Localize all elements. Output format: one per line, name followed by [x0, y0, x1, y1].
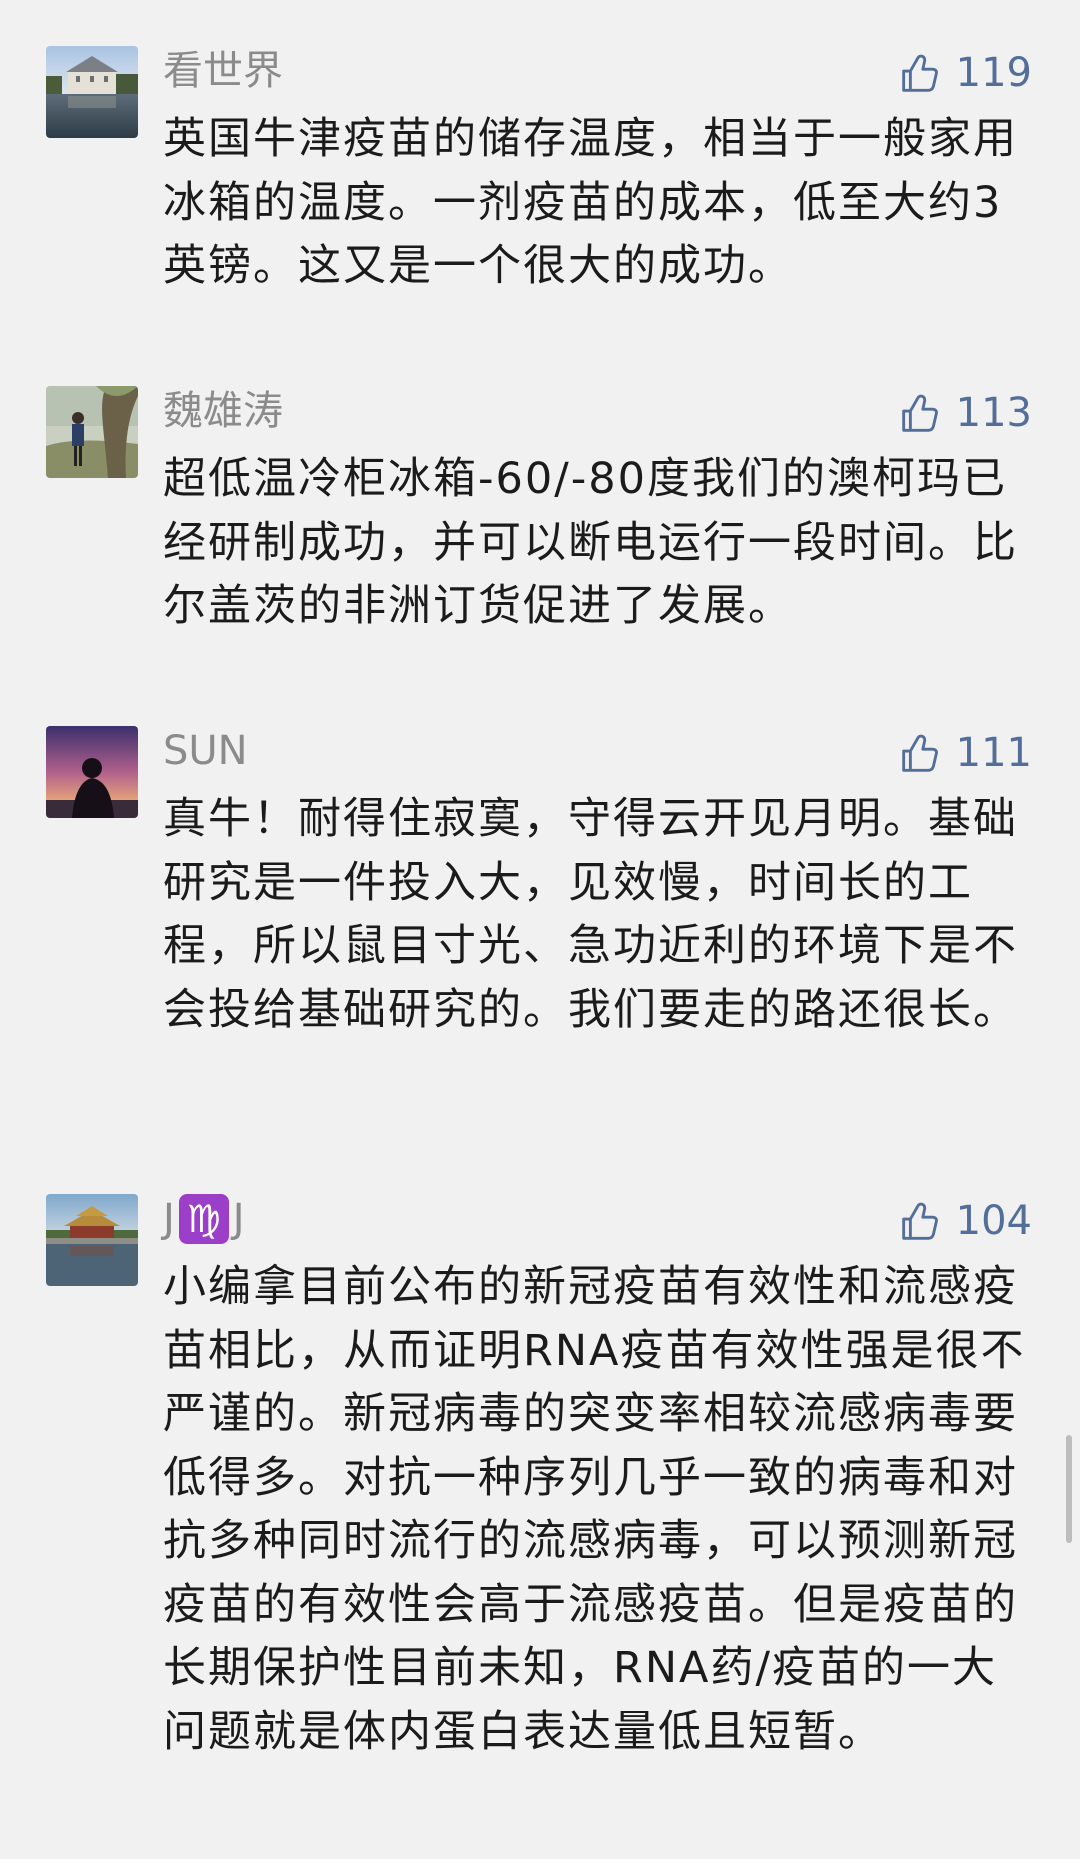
avatar[interactable]: [46, 46, 138, 138]
avatar[interactable]: [46, 386, 138, 478]
like-button[interactable]: 119: [896, 48, 1032, 98]
comment-author[interactable]: SUN: [163, 726, 248, 776]
comment-author[interactable]: J ♍ J: [163, 1194, 245, 1244]
like-count: 111: [955, 730, 1032, 776]
avatar[interactable]: [46, 1194, 138, 1286]
like-button[interactable]: 113: [896, 388, 1032, 438]
comment-author[interactable]: 看世界: [163, 46, 283, 96]
thumbs-up-icon: [901, 1202, 938, 1240]
like-button[interactable]: 104: [896, 1196, 1032, 1246]
comment-author[interactable]: 魏雄涛: [163, 386, 283, 436]
thumbs-up-icon: [901, 394, 938, 432]
comment-text: 真牛！耐得住寂寞，守得云开见月明。基础研究是一件投入大，见效慢，时间长的工程，所…: [163, 794, 1018, 1035]
comment-text: 超低温冷柜冰箱-60/-80度我们的澳柯玛已经研制成功，并可以断电运行一段时间。…: [163, 454, 1018, 631]
scrollbar[interactable]: [1066, 1435, 1072, 1543]
thumbs-up-icon: [901, 54, 938, 92]
like-count: 104: [955, 1198, 1032, 1244]
thumbs-up-icon: [901, 734, 938, 772]
like-button[interactable]: 111: [896, 728, 1032, 778]
author-name-prefix: J: [163, 1196, 175, 1242]
virgo-emoji-icon: ♍: [178, 1194, 229, 1244]
comment-text: 小编拿目前公布的新冠疫苗有效性和流感疫苗相比，从而证明RNA疫苗有效性强是很不严…: [163, 1262, 1026, 1757]
like-count: 119: [955, 50, 1032, 96]
avatar[interactable]: [46, 726, 138, 818]
author-name-suffix: J: [232, 1196, 245, 1242]
comment-text: 英国牛津疫苗的储存温度，相当于一般家用冰箱的温度。一剂疫苗的成本，低至大约3英镑…: [163, 114, 1018, 291]
like-count: 113: [955, 390, 1032, 436]
